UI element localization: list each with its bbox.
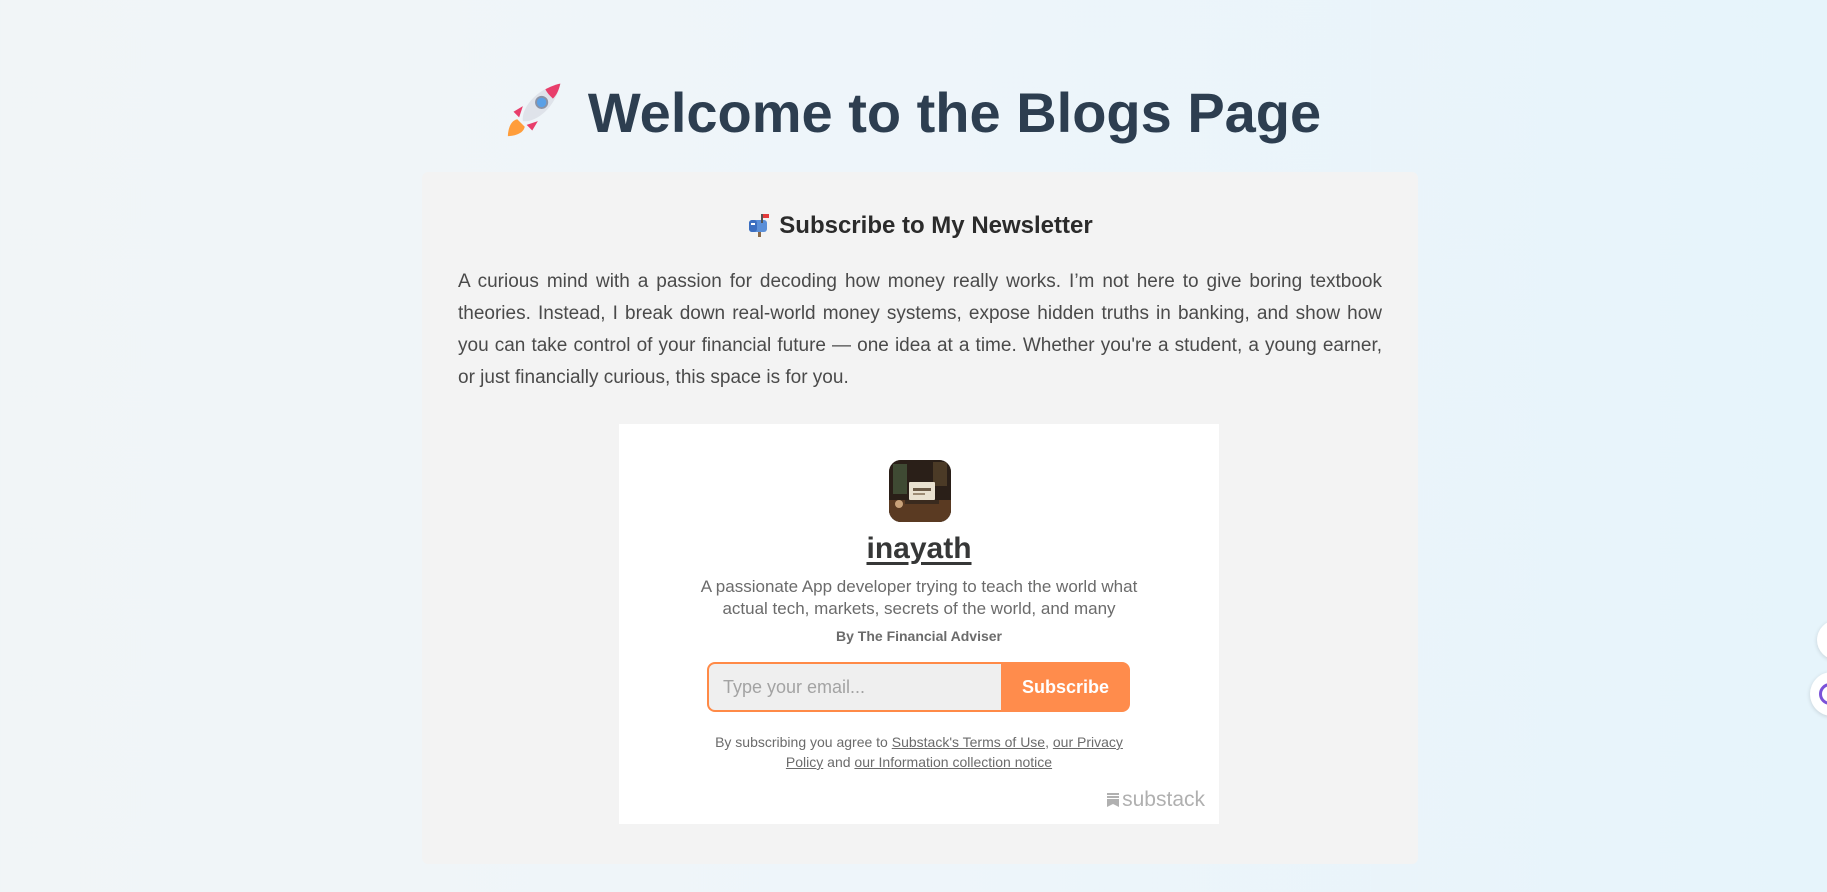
newsletter-description: A curious mind with a passion for decodi… [458,271,1382,388]
terms-of-use-link[interactable]: Substack's Terms of Use [892,734,1045,750]
newsletter-heading: Subscribe to My Newsletter [422,212,1418,240]
chat-widget-button[interactable] [1810,672,1827,716]
subscribe-button[interactable]: Subscribe [1001,662,1130,712]
substack-icon [1107,793,1120,807]
page-title-text: Welcome to the Blogs Page [587,81,1322,144]
publication-name[interactable]: inayath [619,532,1219,566]
publication-description: A passionate App developer trying to tea… [700,577,1138,618]
mailbox-icon [749,214,770,237]
substack-wordmark: substack [1122,788,1205,811]
chat-widget-icon [1819,683,1827,705]
newsletter-card: Subscribe to My Newsletter A curious min… [422,172,1418,864]
subscribe-form: Subscribe [707,662,1130,712]
terms-prefix: By subscribing you agree to [715,734,892,750]
publication-logo[interactable] [889,460,951,522]
email-input[interactable] [707,662,1001,712]
newsletter-heading-text: Subscribe to My Newsletter [779,212,1093,239]
rocket-icon [507,83,561,137]
page-title: Welcome to the Blogs Page [0,78,1827,145]
terms-and: and [823,754,855,770]
substack-embed: inayath A passionate App developer tryin… [619,424,1219,824]
terms-comma: , [1045,734,1053,750]
floating-widget-button[interactable] [1817,620,1827,660]
information-notice-link[interactable]: our Information collection notice [854,754,1052,770]
publication-author: By The Financial Adviser [836,628,1002,644]
substack-logo[interactable]: substack [1107,788,1205,812]
terms-notice: By subscribing you agree to Substack's T… [699,732,1139,772]
